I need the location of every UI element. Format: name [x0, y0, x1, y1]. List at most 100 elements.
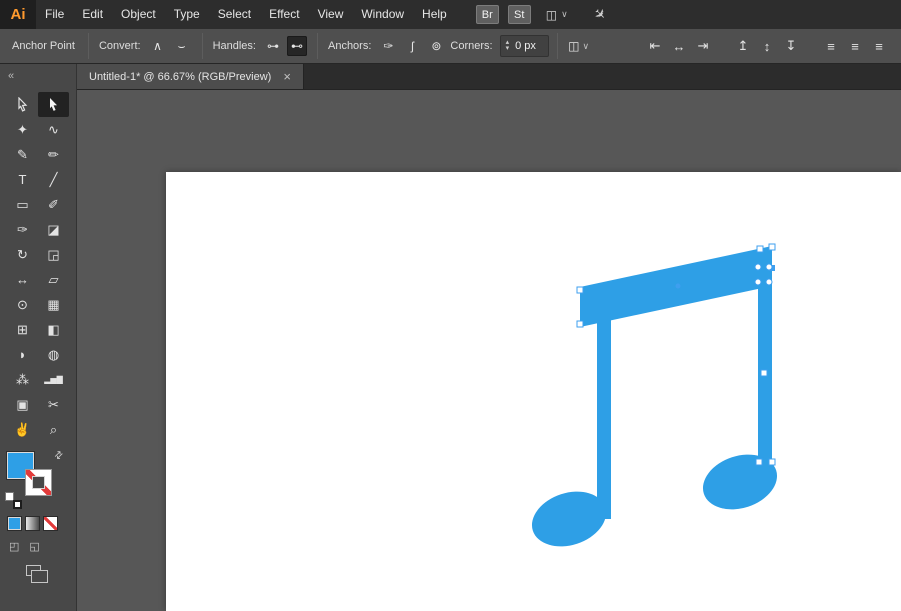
slice-tool[interactable]: ✂ — [38, 392, 69, 417]
note-stem-left[interactable] — [597, 318, 611, 519]
corners-value[interactable]: 0 px — [515, 40, 543, 52]
corners-stepper[interactable]: ▴ ▾ 0 px — [499, 35, 550, 57]
draw-behind-icon[interactable]: ◱ — [29, 540, 39, 553]
align-vertical-center-button[interactable]: ↕ — [756, 36, 778, 56]
align-horizontal-right-button[interactable]: ⇥ — [692, 36, 714, 56]
blend-tool[interactable]: ◍ — [38, 342, 69, 367]
menu-help[interactable]: Help — [413, 0, 456, 29]
anchor-point[interactable] — [768, 458, 776, 466]
shape-builder-tool[interactable]: ⊙ — [7, 292, 38, 317]
connect-anchors-button[interactable]: ʃ — [402, 36, 422, 56]
default-fill-stroke-icon[interactable] — [5, 492, 22, 509]
column-graph-tool[interactable]: ▂▅▇ — [38, 367, 69, 392]
document-tab[interactable]: Untitled-1* @ 66.67% (RGB/Preview) × — [77, 64, 304, 89]
selection-tool[interactable] — [7, 92, 38, 117]
convert-to-smooth-button[interactable]: ⌣ — [172, 36, 192, 56]
cut-path-button[interactable]: ✑ — [378, 36, 398, 56]
anchor-point[interactable] — [576, 286, 584, 294]
eyedropper-tool[interactable]: ◗ — [7, 342, 38, 367]
distribute-vertical-top-button[interactable]: ≡ — [820, 36, 842, 56]
direct-selection-tool[interactable] — [38, 92, 69, 117]
gradient-tool[interactable]: ◧ — [38, 317, 69, 342]
music-note-shape[interactable] — [525, 246, 784, 555]
anchor-point[interactable] — [760, 369, 768, 377]
convert-to-corner-button[interactable]: ∧ — [148, 36, 168, 56]
separator — [87, 33, 89, 59]
align-horizontal-center-button[interactable]: ↔ — [668, 36, 690, 56]
paintbrush-tool[interactable]: ✐ — [38, 192, 69, 217]
anchor-point[interactable] — [768, 243, 776, 251]
direction-handle[interactable] — [765, 278, 773, 286]
mesh-tool[interactable]: ⊞ — [7, 317, 38, 342]
direction-handle[interactable] — [765, 263, 773, 271]
width-tool[interactable]: ↔ — [7, 267, 38, 292]
lasso-tool[interactable]: ∿ — [38, 117, 69, 142]
line-segment-tool[interactable]: ╱ — [38, 167, 69, 192]
zoom-tool[interactable]: ⌕ — [38, 417, 69, 442]
gpu-performance-icon[interactable]: ✈ — [589, 4, 610, 24]
stroke-color-swatch[interactable] — [25, 469, 52, 496]
fill-stroke-widget: ⇄ — [0, 449, 76, 512]
curvature-tool[interactable]: ✏ — [38, 142, 69, 167]
rotate-tool[interactable]: ↻ — [7, 242, 38, 267]
workspace-switcher[interactable]: ◫ ∨ — [546, 8, 568, 22]
color-mode-button[interactable] — [7, 516, 22, 531]
workspace-icon: ◫ — [545, 7, 558, 22]
hide-handles-button[interactable]: ⊷ — [286, 36, 307, 56]
scale-tool[interactable]: ◲ — [38, 242, 69, 267]
draw-normal-icon[interactable]: ◰ — [9, 540, 19, 553]
menu-window[interactable]: Window — [352, 0, 413, 29]
menu-type[interactable]: Type — [165, 0, 209, 29]
stock-button[interactable]: St — [507, 5, 531, 24]
free-transform-tool[interactable]: ▱ — [38, 267, 69, 292]
menu-object[interactable]: Object — [112, 0, 165, 29]
transform-panel-button[interactable]: ◫ ∨ — [568, 36, 589, 56]
gradient-mode-button[interactable] — [25, 516, 40, 531]
shaper-tool[interactable]: ✑ — [7, 217, 38, 242]
collapse-panel-icon[interactable]: « — [0, 64, 76, 92]
none-mode-button[interactable] — [43, 516, 58, 531]
artboard-tool[interactable]: ▣ — [7, 392, 38, 417]
note-stem-right[interactable] — [758, 282, 772, 483]
artboard[interactable] — [166, 172, 901, 611]
transform-icon: ◫ — [568, 39, 580, 53]
stepper-arrows[interactable]: ▴ ▾ — [506, 39, 510, 52]
direction-handle[interactable] — [754, 263, 762, 271]
globe-icon[interactable]: ⊚ — [426, 36, 446, 56]
menu-file[interactable]: File — [36, 0, 73, 29]
anchor-point[interactable] — [576, 320, 584, 328]
align-vertical-bottom-button[interactable]: ↧ — [780, 36, 802, 56]
menu-select[interactable]: Select — [209, 0, 260, 29]
perspective-grid-tool[interactable]: ▦ — [38, 292, 69, 317]
distribute-vertical-center-button[interactable]: ≡ — [844, 36, 866, 56]
magic-wand-tool[interactable]: ✦ — [7, 117, 38, 142]
pasteboard[interactable] — [77, 90, 901, 611]
symbol-sprayer-tool[interactable]: ⁂ — [7, 367, 38, 392]
menu-effect[interactable]: Effect — [260, 0, 308, 29]
change-screen-mode-icon[interactable] — [26, 565, 48, 583]
vertical-align-group: ↥ ↕ ↧ — [731, 36, 803, 56]
hand-tool[interactable]: ✌ — [7, 417, 38, 442]
align-vertical-top-button[interactable]: ↥ — [732, 36, 754, 56]
distribute-vertical-bottom-button[interactable]: ≡ — [868, 36, 890, 56]
selection-cursor-icon — [18, 97, 28, 112]
tool-grid: ✦ ∿ ✎ ✏ T ╱ ▭ ✐ ✑ ◪ ↻ ◲ ↔ ▱ ⊙ ▦ ⊞ ◧ ◗ ◍ … — [0, 92, 76, 442]
swap-fill-stroke-icon[interactable]: ⇄ — [52, 449, 66, 463]
anchor-point[interactable] — [755, 458, 763, 466]
bridge-button[interactable]: Br — [475, 5, 499, 24]
tab-close-icon[interactable]: × — [283, 69, 291, 84]
center-point — [675, 283, 681, 289]
convert-label: Convert: — [98, 40, 141, 52]
show-handles-button[interactable]: ⊶ — [263, 36, 283, 56]
align-horizontal-left-button[interactable]: ⇤ — [644, 36, 666, 56]
eraser-tool[interactable]: ◪ — [38, 217, 69, 242]
app-logo: Ai — [0, 0, 36, 29]
context-label: Anchor Point — [12, 40, 75, 52]
pen-tool[interactable]: ✎ — [7, 142, 38, 167]
type-tool[interactable]: T — [7, 167, 38, 192]
anchor-point[interactable] — [756, 245, 764, 253]
menu-edit[interactable]: Edit — [73, 0, 112, 29]
rectangle-tool[interactable]: ▭ — [7, 192, 38, 217]
direction-handle[interactable] — [754, 278, 762, 286]
menu-view[interactable]: View — [309, 0, 353, 29]
